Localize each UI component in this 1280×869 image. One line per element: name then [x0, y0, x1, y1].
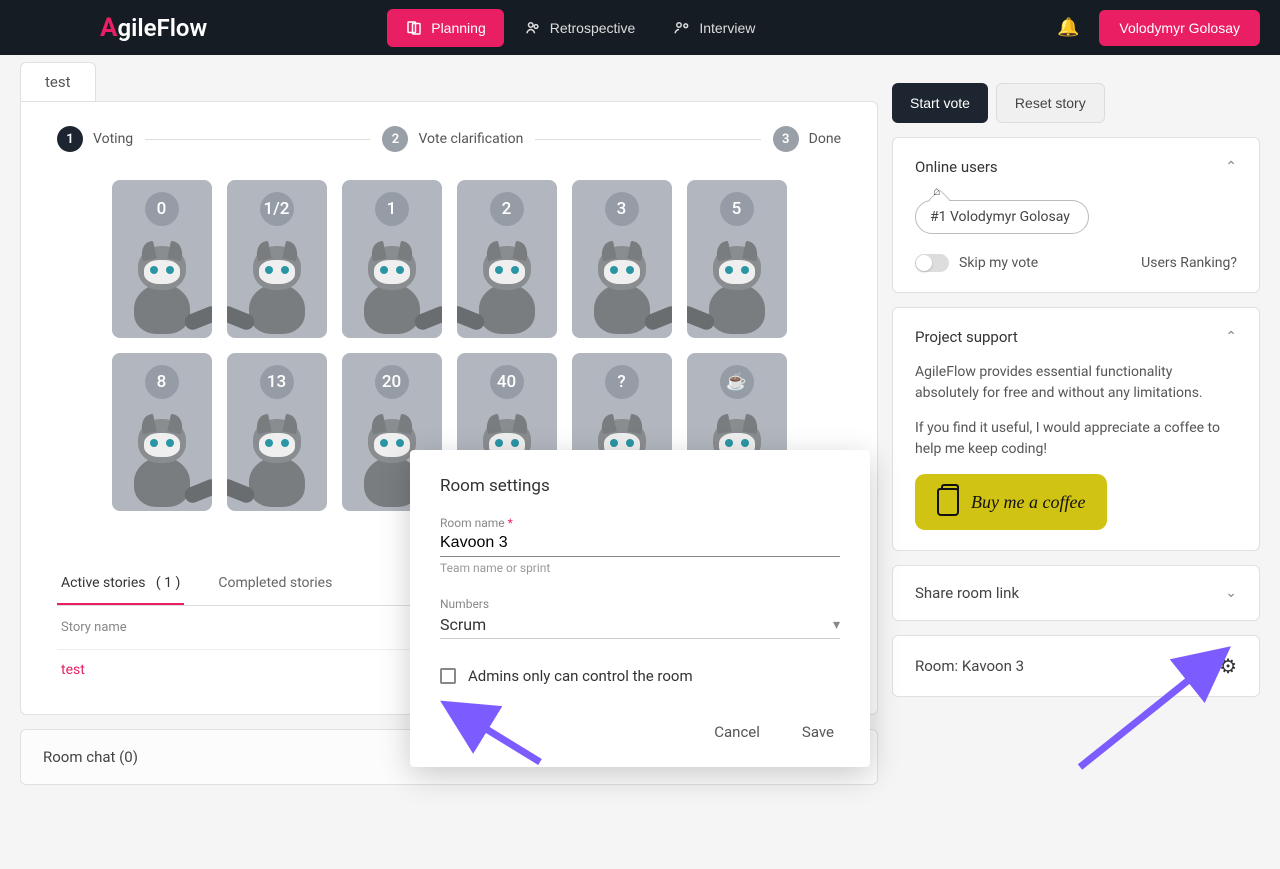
coffee-cup-icon [937, 488, 959, 516]
chevron-up-icon[interactable]: ⌃ [1225, 329, 1237, 345]
skip-vote-label: Skip my vote [959, 255, 1038, 271]
vote-card-1[interactable]: 1 [342, 180, 442, 338]
annotation-arrow [1070, 645, 1240, 775]
annotation-arrow [440, 700, 550, 770]
required-mark: * [508, 516, 513, 530]
support-text-2: If you find it useful, I would appreciat… [915, 418, 1237, 460]
name-label: Room name [440, 516, 505, 530]
bell-icon[interactable]: 🔔 [1057, 17, 1079, 38]
step-line [535, 139, 760, 140]
online-user-pill[interactable]: #1 Volodymyr Golosay [915, 200, 1089, 234]
buy-coffee-button[interactable]: Buy me a coffee [915, 474, 1107, 530]
action-row: Start vote Reset story [892, 83, 1260, 123]
online-users-panel: Online users ⌃ ⌂ #1 Volodymyr Golosay Sk… [892, 137, 1260, 293]
nav-interview[interactable]: Interview [655, 9, 773, 47]
room-name-input[interactable] [440, 530, 840, 557]
vote-card-3[interactable]: 3 [572, 180, 672, 338]
story-tab-label[interactable]: test [20, 62, 96, 101]
step-voting: 1 Voting [57, 126, 133, 152]
logo-mark: A [100, 13, 117, 43]
nav-right: 🔔 Volodymyr Golosay [1057, 10, 1260, 46]
tab-active-stories[interactable]: Active stories ( 1 ) [57, 563, 184, 605]
vote-card-13[interactable]: 13 [227, 353, 327, 511]
skip-vote-toggle[interactable] [915, 254, 949, 272]
vote-card-0[interactable]: 0 [112, 180, 212, 338]
logo-text: gileFlow [117, 14, 207, 42]
tab-completed-stories[interactable]: Completed stories [214, 563, 336, 605]
nav-planning[interactable]: Planning [387, 9, 504, 47]
vote-card-5[interactable]: 5 [687, 180, 787, 338]
reset-story-button[interactable]: Reset story [996, 83, 1105, 123]
cancel-button[interactable]: Cancel [708, 715, 766, 749]
dialog-title: Room settings [440, 476, 840, 496]
step-clarification: 2 Vote clarification [382, 126, 523, 152]
support-title: Project support [915, 328, 1018, 346]
dropdown-icon: ▾ [833, 617, 840, 633]
step-line [145, 139, 370, 140]
cards-icon [405, 19, 423, 37]
vote-card-8[interactable]: 8 [112, 353, 212, 511]
vote-card-2[interactable]: 2 [457, 180, 557, 338]
chat-title: Room chat (0) [43, 748, 138, 766]
start-vote-button[interactable]: Start vote [892, 83, 988, 123]
vote-card-half[interactable]: 1/2 [227, 180, 327, 338]
chevron-up-icon[interactable]: ⌃ [1225, 159, 1237, 175]
users-ranking-link[interactable]: Users Ranking? [1141, 255, 1237, 271]
nav-retrospective[interactable]: Retrospective [506, 9, 654, 47]
admins-only-checkbox[interactable] [440, 668, 456, 684]
numbers-select[interactable]: Scrum ▾ [440, 611, 840, 639]
logo[interactable]: A gileFlow [100, 13, 207, 43]
step-done: 3 Done [773, 126, 841, 152]
users-icon [524, 19, 542, 37]
chevron-down-icon: ⌄ [1225, 585, 1237, 601]
room-name-label: Room: Kavoon 3 [915, 657, 1024, 675]
user-button[interactable]: Volodymyr Golosay [1099, 10, 1260, 46]
save-button[interactable]: Save [796, 715, 840, 749]
name-hint: Team name or sprint [440, 561, 840, 575]
admins-only-label: Admins only can control the room [468, 667, 693, 685]
online-users-title: Online users [915, 158, 998, 176]
topbar: A gileFlow Planning Retrospective Interv… [0, 0, 1280, 55]
admins-only-row[interactable]: Admins only can control the room [440, 667, 840, 685]
nav-center: Planning Retrospective Interview [387, 9, 773, 47]
share-room-panel[interactable]: Share room link ⌄ [892, 565, 1260, 621]
project-support-panel: Project support ⌃ AgileFlow provides ess… [892, 307, 1260, 551]
home-icon: ⌂ [933, 184, 940, 198]
support-text-1: AgileFlow provides essential functionali… [915, 362, 1237, 404]
numbers-label: Numbers [440, 597, 489, 611]
interview-icon [673, 19, 691, 37]
steps: 1 Voting 2 Vote clarification 3 Done [57, 126, 841, 152]
